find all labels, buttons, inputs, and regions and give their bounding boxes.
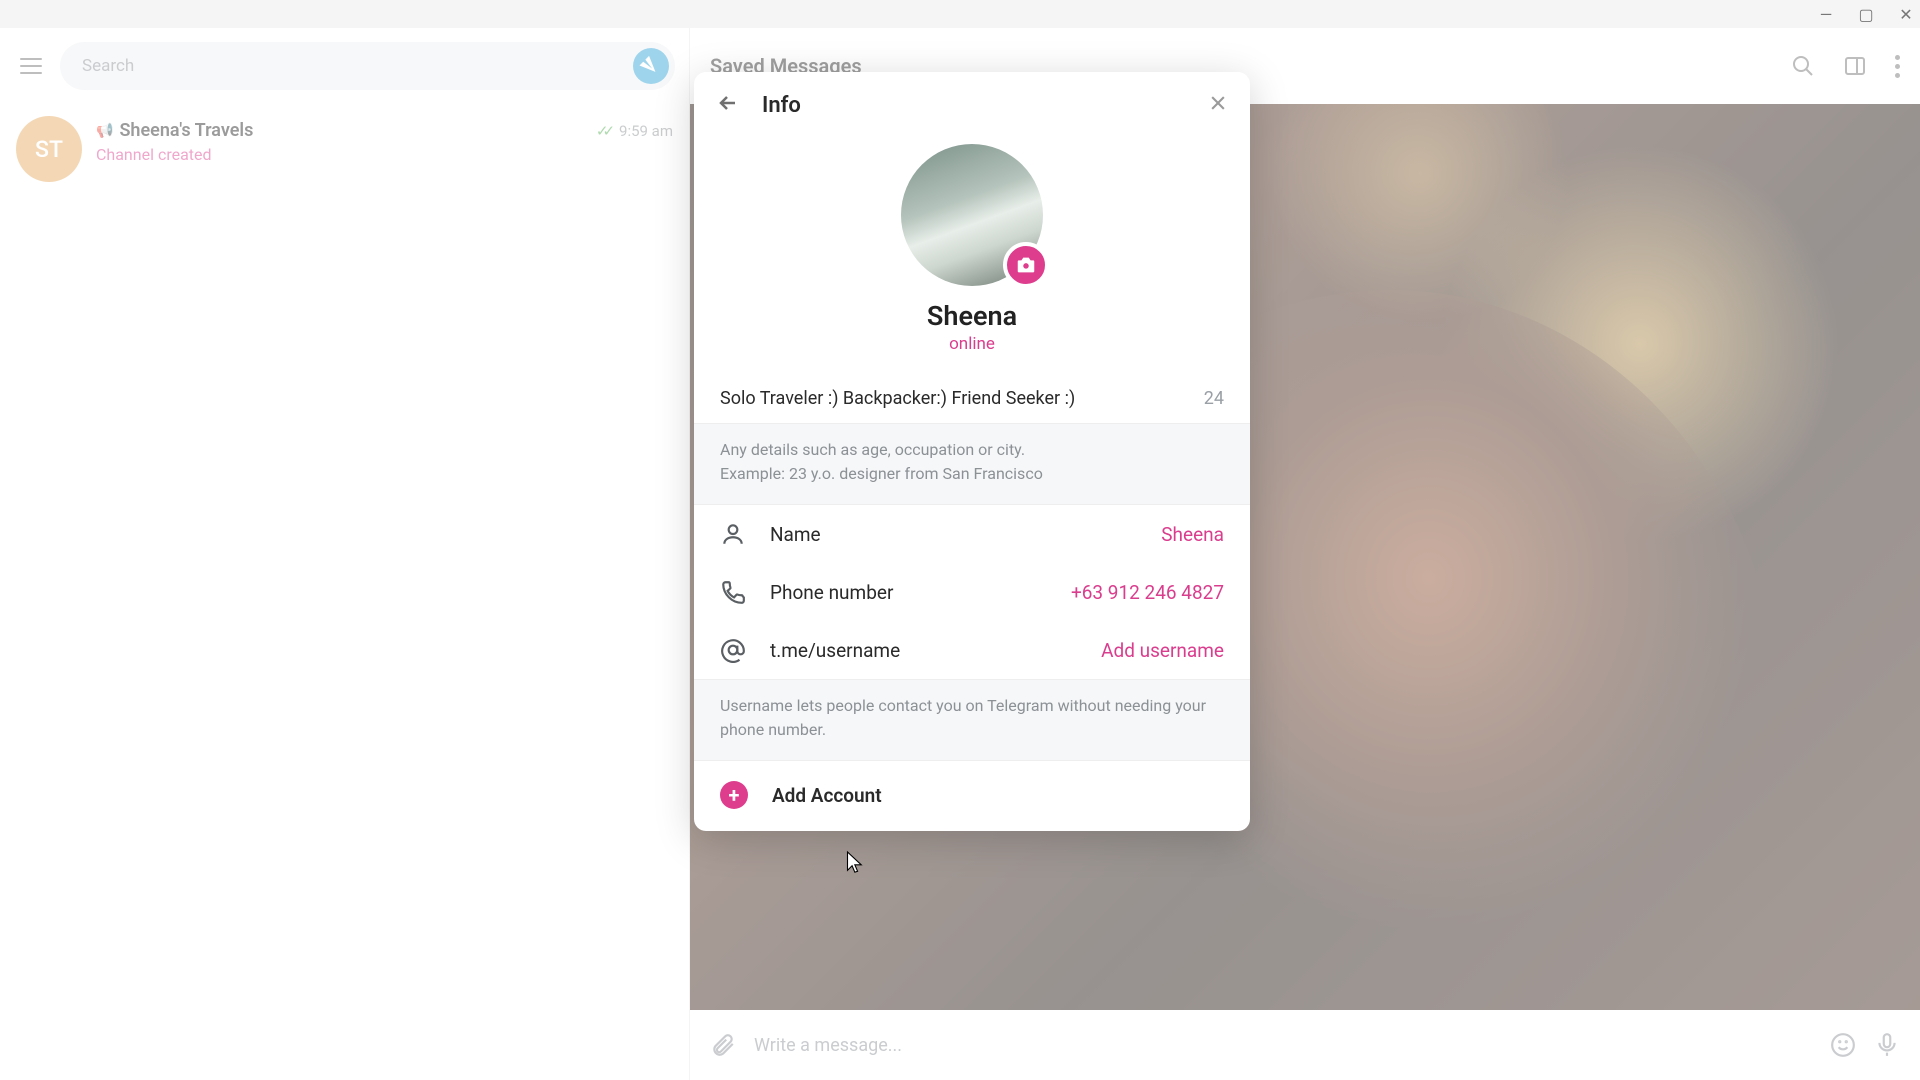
window-minimize-icon[interactable]: — [1818, 5, 1834, 24]
profile-status: online [949, 334, 995, 354]
phone-label: Phone number [770, 581, 893, 604]
phone-icon [720, 579, 746, 605]
phone-value: +63 912 246 4827 [1071, 581, 1224, 604]
bio-text: Solo Traveler :) Backpacker:) Friend See… [720, 388, 1075, 409]
username-hint: Username lets people contact you on Tele… [694, 679, 1250, 761]
profile-name: Sheena [927, 300, 1017, 332]
add-account-button[interactable]: + Add Account [694, 761, 1250, 831]
info-modal: Info Sheena online Solo Traveler :) Back… [694, 72, 1250, 831]
bio-hint: Any details such as age, occupation or c… [694, 423, 1250, 505]
bio-char-count: 24 [1204, 388, 1224, 409]
name-label: Name [770, 523, 821, 546]
window-close-icon[interactable]: ✕ [1898, 5, 1914, 24]
username-value: Add username [1101, 639, 1224, 662]
bio-row[interactable]: Solo Traveler :) Backpacker:) Friend See… [694, 370, 1250, 423]
profile-avatar[interactable] [901, 144, 1043, 286]
at-icon [720, 637, 746, 663]
camera-badge[interactable] [1003, 242, 1049, 288]
row-phone[interactable]: Phone number +63 912 246 4827 [694, 563, 1250, 621]
row-name[interactable]: Name Sheena [694, 505, 1250, 563]
modal-title: Info [762, 93, 801, 118]
username-label: t.me/username [770, 639, 900, 662]
plus-icon: + [720, 781, 748, 809]
window-maximize-icon[interactable]: ▢ [1858, 5, 1874, 24]
back-button[interactable] [716, 91, 740, 119]
add-account-label: Add Account [772, 784, 882, 807]
row-username[interactable]: t.me/username Add username [694, 621, 1250, 679]
name-value: Sheena [1161, 523, 1224, 546]
window-titlebar: — ▢ ✕ [0, 0, 1920, 28]
person-icon [720, 521, 746, 547]
camera-icon [1015, 254, 1037, 276]
close-button[interactable] [1208, 93, 1228, 117]
